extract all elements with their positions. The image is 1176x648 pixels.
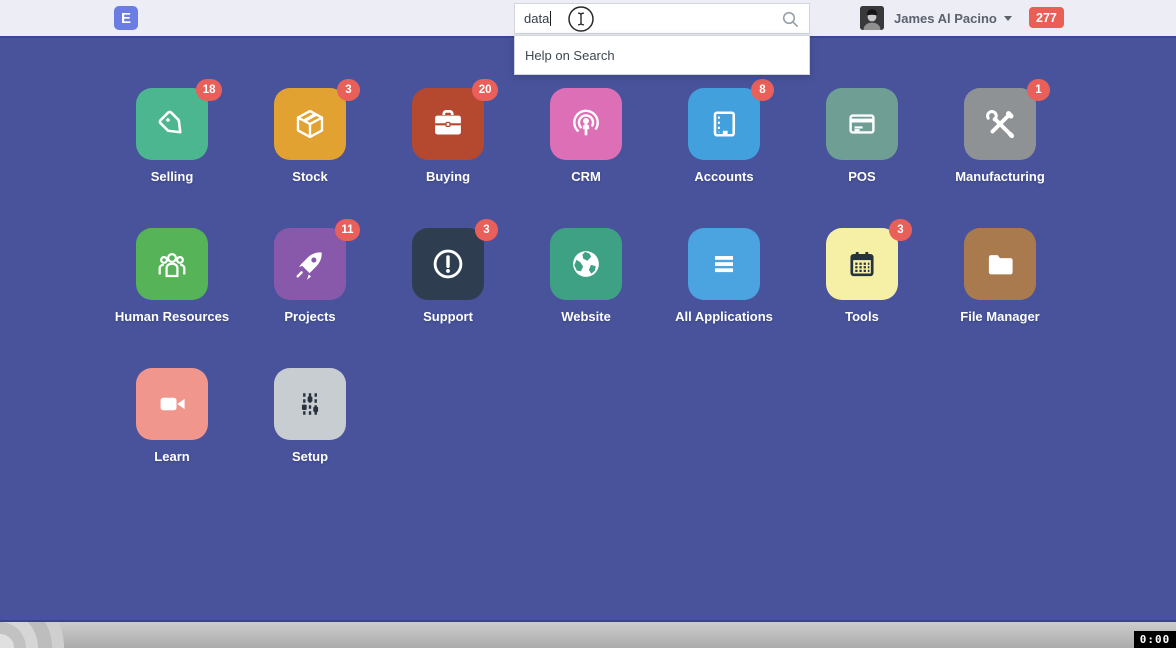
module-accounts[interactable]: 8Accounts (655, 88, 793, 184)
module-badge: 20 (472, 79, 498, 101)
recording-timer: 0:00 (1134, 631, 1176, 648)
module-all-applications[interactable]: All Applications (655, 228, 793, 324)
desk-background: 18Selling 3Stock 20Buying CRM 8Accounts … (0, 36, 1176, 622)
module-label: Website (561, 309, 611, 324)
search-dropdown: Help on Search (514, 35, 810, 75)
module-label: Human Resources (115, 309, 229, 324)
user-menu[interactable]: James Al Pacino (860, 0, 1012, 36)
module-human-resources[interactable]: Human Resources (103, 228, 241, 324)
module-label: Accounts (694, 169, 753, 184)
module-label: Learn (154, 449, 189, 464)
module-selling[interactable]: 18Selling (103, 88, 241, 184)
calendar-icon[interactable] (826, 228, 898, 300)
module-label: Buying (426, 169, 470, 184)
menu-icon[interactable] (688, 228, 760, 300)
module-row: 18Selling 3Stock 20Buying CRM 8Accounts … (103, 88, 1069, 184)
app-header: E data Help on Search (0, 0, 1176, 36)
broadcast-person-icon[interactable] (550, 88, 622, 160)
module-label: Projects (284, 309, 335, 324)
module-crm[interactable]: CRM (517, 88, 655, 184)
search-input-value: data (524, 11, 549, 26)
module-label: Stock (292, 169, 327, 184)
search-input[interactable]: data (514, 3, 810, 34)
user-name: James Al Pacino (894, 11, 997, 26)
module-website[interactable]: Website (517, 228, 655, 324)
module-label: Setup (292, 449, 328, 464)
module-badge: 8 (751, 79, 774, 101)
module-projects[interactable]: 11Projects (241, 228, 379, 324)
module-setup[interactable]: Setup (241, 368, 379, 464)
folder-icon[interactable] (964, 228, 1036, 300)
notification-count-badge[interactable]: 277 (1029, 7, 1064, 28)
module-badge: 18 (196, 79, 222, 101)
module-row: Human Resources 11Projects 3Support Webs… (103, 228, 1069, 324)
module-label: All Applications (675, 309, 773, 324)
module-badge: 3 (337, 79, 360, 101)
globe-icon[interactable] (550, 228, 622, 300)
chevron-down-icon (1004, 16, 1012, 21)
module-stock[interactable]: 3Stock (241, 88, 379, 184)
wrench-screwdriver-icon[interactable] (964, 88, 1036, 160)
text-caret (550, 11, 551, 26)
help-on-search-item[interactable]: Help on Search (525, 48, 615, 63)
tag-icon[interactable] (136, 88, 208, 160)
module-buying[interactable]: 20Buying (379, 88, 517, 184)
module-label: Tools (845, 309, 879, 324)
module-support[interactable]: 3Support (379, 228, 517, 324)
user-avatar[interactable] (860, 6, 884, 30)
module-label: Manufacturing (955, 169, 1045, 184)
module-grid: 18Selling 3Stock 20Buying CRM 8Accounts … (103, 88, 1069, 508)
app-logo[interactable]: E (114, 6, 138, 30)
module-label: Selling (151, 169, 194, 184)
desktop-strip (0, 622, 1176, 648)
module-label: POS (848, 169, 875, 184)
module-tools[interactable]: 3Tools (793, 228, 931, 324)
credit-card-icon[interactable] (826, 88, 898, 160)
people-icon[interactable] (136, 228, 208, 300)
module-badge: 3 (475, 219, 498, 241)
box-icon[interactable] (274, 88, 346, 160)
module-label: Support (423, 309, 473, 324)
video-camera-icon[interactable] (136, 368, 208, 440)
module-pos[interactable]: POS (793, 88, 931, 184)
search-icon[interactable] (780, 9, 800, 29)
rocket-icon[interactable] (274, 228, 346, 300)
module-manufacturing[interactable]: 1Manufacturing (931, 88, 1069, 184)
module-badge: 11 (335, 219, 360, 241)
module-file-manager[interactable]: File Manager (931, 228, 1069, 324)
module-learn[interactable]: Learn (103, 368, 241, 464)
module-badge: 1 (1027, 79, 1050, 101)
ledger-icon[interactable] (688, 88, 760, 160)
sliders-icon[interactable] (274, 368, 346, 440)
module-label: File Manager (960, 309, 1039, 324)
module-row: Learn Setup (103, 368, 1069, 464)
global-search: data Help on Search (514, 3, 810, 34)
module-badge: 3 (889, 219, 912, 241)
briefcase-icon[interactable] (412, 88, 484, 160)
module-label: CRM (571, 169, 601, 184)
alert-circle-icon[interactable] (412, 228, 484, 300)
